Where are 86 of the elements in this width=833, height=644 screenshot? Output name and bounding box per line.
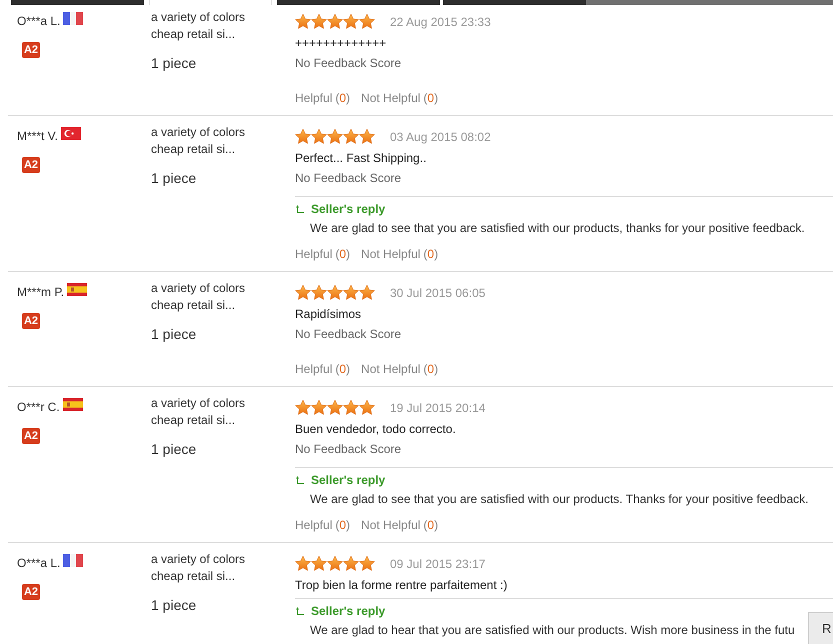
star-icon — [343, 400, 359, 415]
tab[interactable] — [11, 0, 144, 5]
product-name[interactable]: a variety of colors cheap retail si... — [151, 551, 263, 585]
not-helpful-link[interactable]: Not Helpful (0) — [361, 91, 438, 105]
star-icon — [295, 129, 311, 144]
tab[interactable] — [277, 0, 440, 5]
feedback-score: No Feedback Score — [295, 327, 402, 341]
star-icon — [295, 285, 311, 300]
review-text: Rapidísimos — [295, 307, 362, 321]
review-text: Perfect... Fast Shipping.. — [295, 151, 426, 165]
star-icon — [343, 285, 359, 300]
star-icon — [359, 129, 375, 144]
review-date: 09 Jul 2015 23:17 — [390, 556, 486, 570]
seller-reply-text: We are glad to hear that you are satisfied with our products. Wish more business in the futu — [310, 623, 795, 637]
star-icon — [311, 285, 327, 300]
review-date: 19 Jul 2015 20:14 — [390, 400, 486, 414]
star-icon — [359, 285, 375, 300]
helpful-link[interactable]: Helpful (0) — [295, 91, 350, 105]
star-icon — [359, 556, 375, 571]
review-text: Buen vendedor, todo correcto. — [295, 422, 456, 436]
level-badge: A2 — [22, 157, 40, 173]
star-icon — [295, 400, 311, 415]
not-helpful-link[interactable]: Not Helpful (0) — [361, 247, 438, 261]
feedback-score: No Feedback Score — [295, 442, 402, 456]
star-icon — [343, 129, 359, 144]
review-date: 22 Aug 2015 23:33 — [390, 14, 491, 28]
star-icon — [327, 556, 343, 571]
quantity-text: 1 piece — [151, 325, 196, 343]
spain-flag-icon — [62, 398, 83, 411]
corner-button[interactable]: R — [808, 612, 833, 644]
level-badge: A2 — [22, 42, 40, 58]
product-name[interactable]: a variety of colors cheap retail si... — [151, 280, 263, 314]
feedback-score: No Feedback Score — [295, 56, 402, 70]
helpful-link[interactable]: Helpful (0) — [295, 518, 350, 532]
star-icon — [327, 129, 343, 144]
tab[interactable] — [443, 0, 586, 5]
star-icon — [359, 14, 375, 29]
review-date: 30 Jul 2015 06:05 — [390, 286, 486, 300]
feedback-score: No Feedback Score — [295, 171, 402, 185]
star-icon — [295, 556, 311, 571]
star-icon — [327, 400, 343, 415]
star-icon — [295, 14, 311, 29]
tab[interactable] — [149, 0, 272, 5]
star-icon — [359, 400, 375, 415]
quantity-text: 1 piece — [151, 440, 196, 458]
review-text: Trop bien la forme rentre parfaitement :) — [295, 578, 508, 592]
quantity-text: 1 piece — [151, 54, 196, 72]
star-icon — [343, 556, 359, 571]
star-icon — [327, 14, 343, 29]
star-icon — [327, 285, 343, 300]
helpful-link[interactable]: Helpful (0) — [295, 247, 350, 261]
review-date: 03 Aug 2015 08:02 — [390, 130, 491, 144]
seller-reply-text: We are glad to see that you are satisfied with our products, thanks for your positive feedback. — [310, 221, 805, 235]
seller-reply-title: Seller's reply — [311, 473, 386, 487]
reply-arrow-icon — [296, 205, 304, 213]
quantity-text: 1 piece — [151, 169, 196, 187]
star-icon — [311, 14, 327, 29]
buyer-name: O***a L. — [17, 14, 60, 28]
star-icon — [311, 556, 327, 571]
star-icon — [311, 129, 327, 144]
product-name[interactable]: a variety of colors cheap retail si... — [151, 124, 263, 158]
seller-reply-title: Seller's reply — [311, 202, 386, 216]
buyer-name: M***m P. — [17, 285, 64, 299]
review-text: +++++++++++++ — [295, 36, 386, 50]
buyer-name: M***t V. — [17, 129, 58, 143]
turkey-flag-icon — [60, 127, 81, 140]
level-badge: A2 — [22, 313, 40, 329]
buyer-name: O***r C. — [17, 400, 60, 414]
quantity-text: 1 piece — [151, 596, 196, 614]
level-badge: A2 — [22, 584, 40, 600]
seller-reply-text: We are glad to see that you are satisfied with our products. Thanks for your positive feedback. — [310, 492, 808, 506]
not-helpful-link[interactable]: Not Helpful (0) — [361, 518, 438, 532]
not-helpful-link[interactable]: Not Helpful (0) — [361, 362, 438, 376]
reply-arrow-icon — [296, 476, 304, 484]
level-badge: A2 — [22, 428, 40, 444]
seller-reply-title: Seller's reply — [311, 604, 386, 618]
helpful-link[interactable]: Helpful (0) — [295, 362, 350, 376]
spain-flag-icon — [67, 283, 88, 296]
france-flag-icon — [63, 12, 84, 25]
buyer-name: O***a L. — [17, 556, 60, 570]
france-flag-icon — [63, 554, 84, 567]
star-icon — [343, 14, 359, 29]
star-icon — [311, 400, 327, 415]
reply-arrow-icon — [296, 607, 304, 615]
product-name[interactable]: a variety of colors cheap retail si... — [151, 9, 263, 43]
product-name[interactable]: a variety of colors cheap retail si... — [151, 395, 263, 429]
